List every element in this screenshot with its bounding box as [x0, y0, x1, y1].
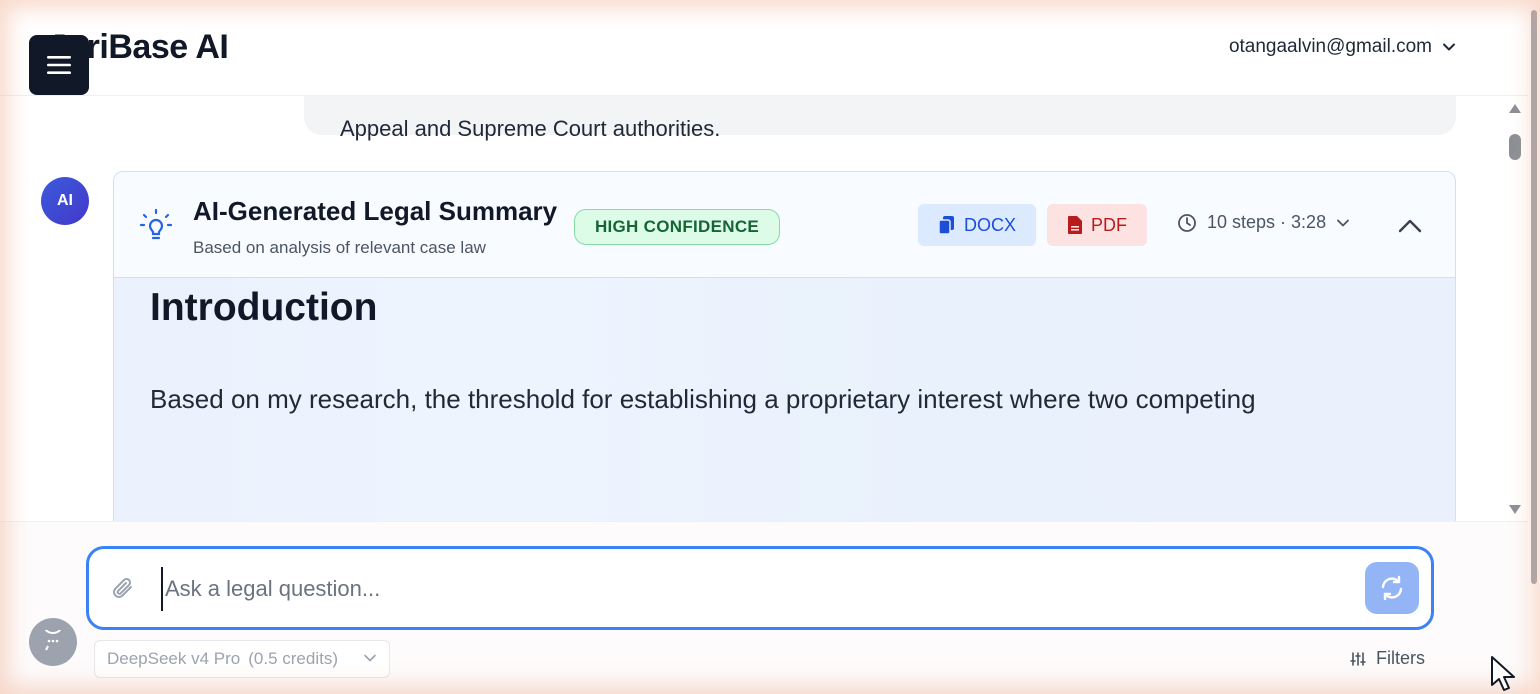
composer-area: DeepSeek v4 Pro (0.5 credits) Filters	[0, 521, 1528, 694]
copy-document-icon	[938, 216, 954, 235]
chevron-up-icon	[1398, 219, 1422, 233]
send-button[interactable]	[1365, 562, 1419, 614]
pdf-file-icon	[1068, 216, 1082, 234]
window-scroll-thumb[interactable]	[1531, 10, 1537, 584]
account-email: otangaalvin@gmail.com	[1228, 36, 1432, 57]
summary-title: AI-Generated Legal Summary	[193, 196, 558, 226]
legal-summary-card: AI-Generated Legal Summary Based on anal…	[113, 171, 1456, 521]
pdf-label: PDF	[1091, 214, 1127, 235]
clock-icon	[1178, 213, 1196, 232]
summary-paragraph: Based on my research, the threshold for …	[150, 384, 1256, 414]
hamburger-icon	[47, 56, 71, 74]
steps-label: 10 steps · 3:28	[1207, 212, 1327, 232]
summary-card-header: AI-Generated Legal Summary Based on anal…	[114, 172, 1455, 278]
filters-button[interactable]: Filters	[1350, 648, 1425, 669]
scroll-thumb[interactable]	[1509, 134, 1521, 160]
chat-support-button[interactable]	[29, 618, 77, 666]
model-credits: (0.5 credits)	[248, 649, 338, 668]
window-scrollbar[interactable]	[1528, 0, 1540, 694]
chevron-down-icon	[364, 654, 376, 662]
model-select[interactable]: DeepSeek v4 Pro (0.5 credits)	[94, 640, 390, 678]
question-input[interactable]	[161, 567, 1341, 611]
chat-bubble-icon	[44, 630, 62, 651]
scroll-down-arrow-icon[interactable]	[1508, 504, 1522, 516]
question-composer	[86, 546, 1434, 630]
chevron-down-icon	[1337, 219, 1349, 226]
account-menu[interactable]: otangaalvin@gmail.com	[1229, 36, 1456, 58]
summary-subtitle: Based on analysis of relevant case law	[193, 238, 486, 257]
sliders-icon	[1350, 651, 1366, 666]
chat-scrollbar[interactable]	[1504, 96, 1526, 521]
steps-toggle[interactable]: 10 steps · 3:28	[1177, 212, 1350, 233]
summary-heading: Introduction	[150, 286, 378, 329]
user-message-bubble: Appeal and Supreme Court authorities.	[304, 96, 1456, 141]
ai-avatar: AI	[41, 177, 89, 225]
mouse-cursor-icon	[1491, 656, 1515, 691]
confidence-badge: HIGH CONFIDENCE	[574, 209, 780, 245]
paperclip-icon[interactable]	[111, 575, 137, 603]
chat-scroll-area[interactable]: Appeal and Supreme Court authorities. AI…	[0, 96, 1528, 521]
user-message-text: Appeal and Supreme Court authorities.	[340, 116, 721, 141]
menu-button[interactable]	[29, 35, 89, 95]
chevron-down-icon	[1443, 43, 1455, 51]
app-header: JuriBase AI otangaalvin@gmail.com	[0, 0, 1528, 96]
export-pdf-button[interactable]: PDF	[1047, 204, 1147, 246]
docx-label: DOCX	[963, 214, 1016, 235]
refresh-icon	[1381, 575, 1403, 601]
filters-label: Filters	[1376, 648, 1425, 668]
collapse-button[interactable]	[1394, 212, 1426, 240]
model-name: DeepSeek v4 Pro	[107, 649, 241, 668]
lightbulb-icon	[139, 208, 173, 240]
scroll-up-arrow-icon[interactable]	[1508, 102, 1522, 114]
export-docx-button[interactable]: DOCX	[918, 204, 1036, 246]
